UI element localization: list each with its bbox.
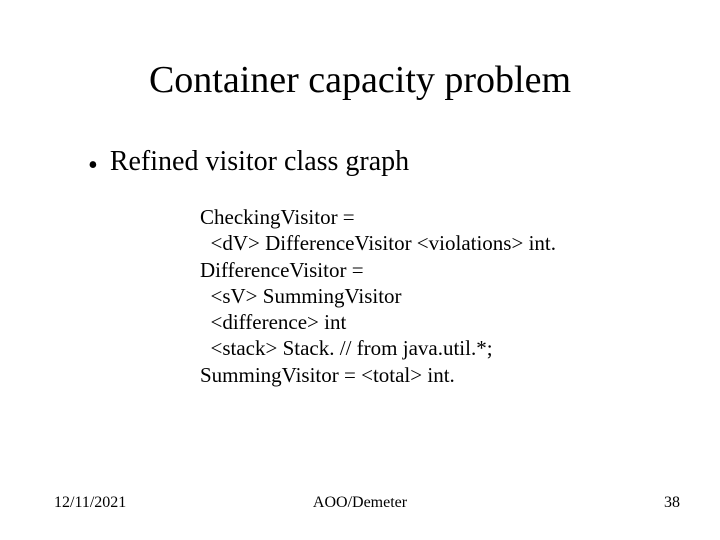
footer-page: 38 (664, 494, 680, 512)
footer-date: 12/11/2021 (54, 494, 126, 512)
bullet-marker: • (88, 152, 98, 180)
bullet-item: • Refined visitor class graph (88, 146, 660, 180)
bullet-text: Refined visitor class graph (110, 146, 409, 178)
slide-title: Container capacity problem (60, 58, 660, 102)
code-block: CheckingVisitor = <dV> DifferenceVisitor… (200, 204, 660, 388)
footer: 12/11/2021 AOO/Demeter 38 (0, 494, 720, 512)
slide: Container capacity problem • Refined vis… (0, 0, 720, 540)
footer-center: AOO/Demeter (313, 494, 407, 512)
